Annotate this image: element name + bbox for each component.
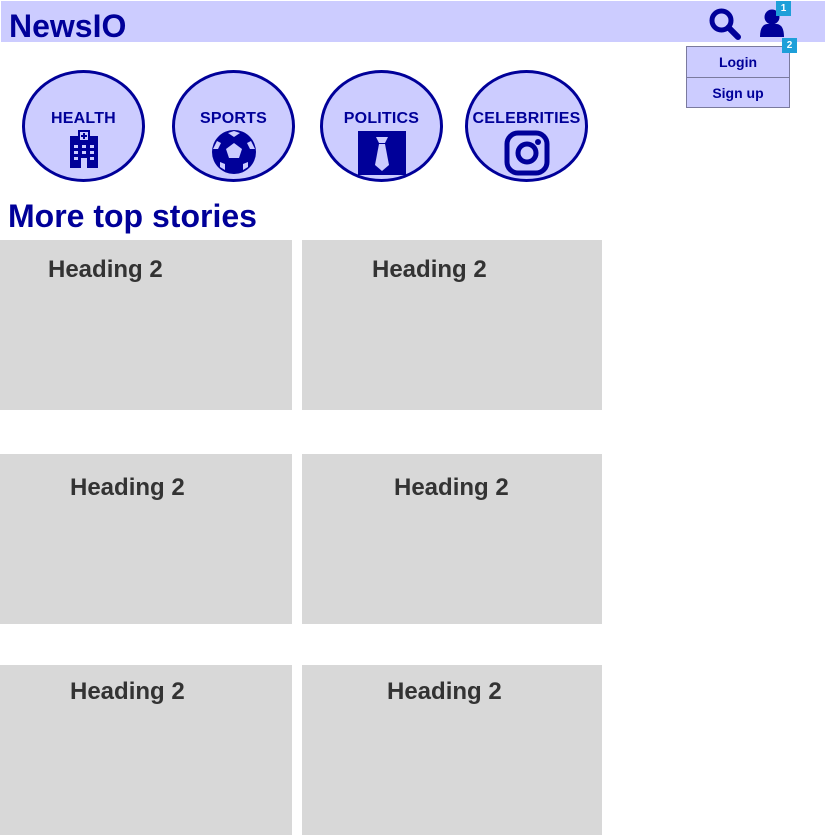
category-label: CELEBRITIES (472, 110, 581, 127)
story-heading: Heading 2 (48, 256, 163, 283)
story-card[interactable]: Heading 2 (0, 240, 292, 410)
signup-menu-item[interactable]: Sign up (687, 77, 789, 108)
story-heading: Heading 2 (394, 474, 509, 501)
account-dropdown-menu: Login Sign up (686, 46, 790, 108)
story-heading: Heading 2 (387, 678, 502, 705)
story-card[interactable]: Heading 2 (302, 665, 602, 835)
search-button[interactable] (708, 7, 742, 41)
story-card[interactable]: Heading 2 (0, 665, 292, 835)
category-health-button[interactable]: HEALTH (22, 70, 145, 182)
story-card[interactable]: Heading 2 (0, 454, 292, 624)
story-card[interactable]: Heading 2 (302, 454, 602, 624)
category-celebrities-button[interactable]: CELEBRITIES (465, 70, 588, 182)
login-menu-item[interactable]: Login (687, 47, 789, 77)
category-politics-button[interactable]: POLITICS (320, 70, 443, 182)
site-logo[interactable]: NewsIO (9, 6, 126, 46)
category-label: POLITICS (343, 110, 420, 127)
tie-icon (357, 131, 406, 175)
category-label: HEALTH (51, 110, 116, 127)
annotation-marker-user: 1 (776, 1, 791, 16)
hospital-icon (69, 130, 98, 168)
annotation-marker-dropdown: 2 (782, 38, 797, 53)
search-icon (709, 8, 741, 40)
soccer-ball-icon (211, 130, 256, 174)
story-heading: Heading 2 (372, 256, 487, 283)
section-title: More top stories (8, 198, 257, 234)
story-heading: Heading 2 (70, 474, 185, 501)
top-bar: NewsIO 1 (1, 1, 825, 44)
story-card[interactable]: Heading 2 (302, 240, 602, 410)
category-sports-button[interactable]: SPORTS (172, 70, 295, 182)
instagram-icon (504, 130, 549, 176)
category-label: SPORTS (200, 110, 267, 127)
story-heading: Heading 2 (70, 678, 185, 705)
